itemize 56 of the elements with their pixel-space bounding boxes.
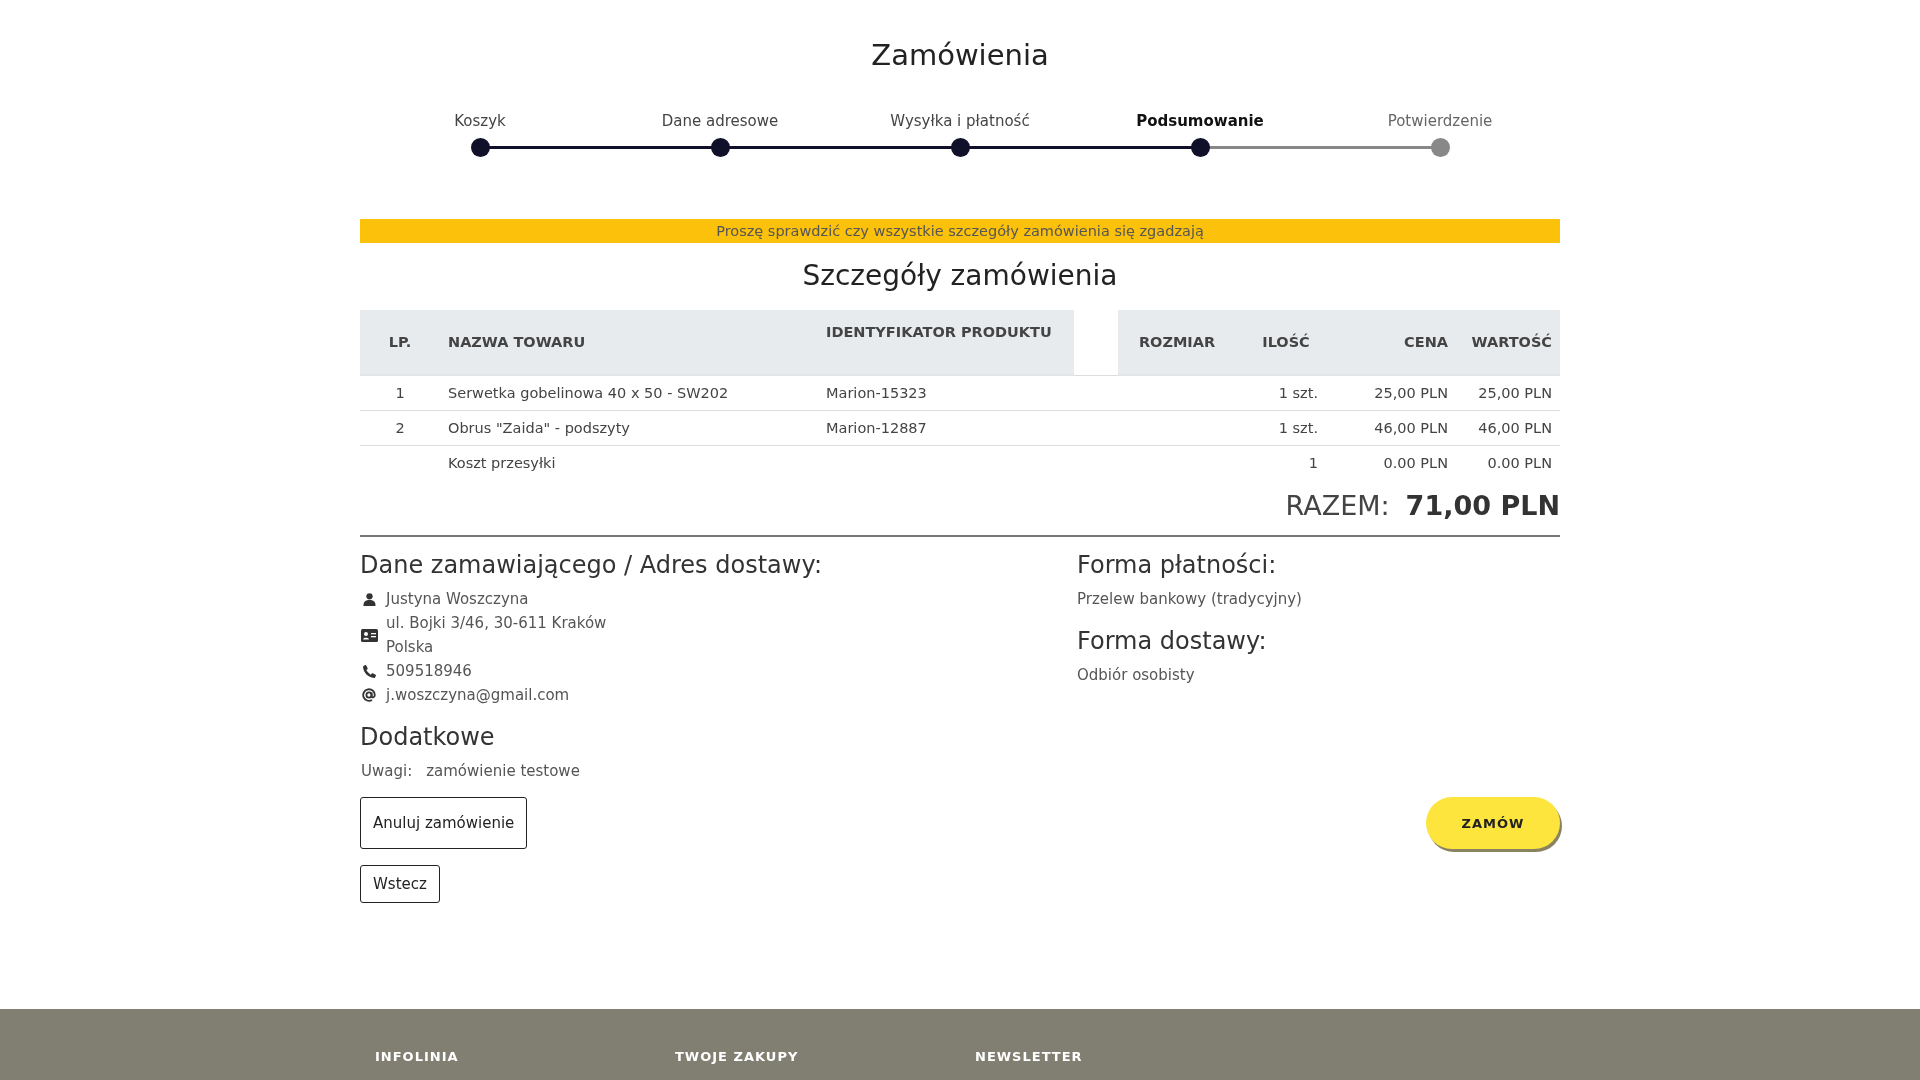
footer-heading: INFOLINIA bbox=[375, 1049, 460, 1064]
footer-heading: NEWSLETTER bbox=[975, 1049, 1084, 1064]
step-label[interactable]: Dane adresowe bbox=[661, 112, 779, 132]
table-cell: Marion-15323 bbox=[826, 385, 927, 401]
id-card-icon bbox=[360, 628, 378, 642]
section-title: Szczegóły zamówienia bbox=[802, 259, 1118, 292]
contact-text: j.woszczyna@gmail.com bbox=[386, 685, 570, 706]
table-cell: Obrus "Zaida" - podszyty bbox=[448, 420, 630, 436]
total-label: RAZEM: bbox=[1285, 490, 1390, 521]
table-cell: 46,00 PLN bbox=[1478, 420, 1552, 436]
step-label[interactable]: Koszyk bbox=[454, 112, 506, 132]
back-button[interactable]: Wstecz bbox=[360, 865, 440, 903]
table-cell: 1 szt. bbox=[1278, 385, 1318, 401]
contact-text: Justyna Woszczyna bbox=[386, 589, 529, 610]
contact-text: Polska bbox=[386, 637, 435, 658]
table-cell: 25,00 PLN bbox=[1478, 385, 1552, 401]
table-cell: 0.00 PLN bbox=[1487, 455, 1552, 471]
table-cell: 46,00 PLN bbox=[1374, 420, 1448, 436]
column-header: IDENTYFIKATOR PRODUKTU bbox=[818, 310, 1074, 375]
contact-text: 509518946 bbox=[386, 661, 472, 682]
table-cell: Koszt przesyłki bbox=[448, 455, 556, 471]
order-button[interactable]: ZAMÓW bbox=[1426, 797, 1560, 849]
notice-banner: Proszę sprawdzić czy wszystkie szczegóły zamówienia się zgadzają bbox=[360, 219, 1560, 243]
delivery-method: Odbiór osobisty bbox=[1077, 665, 1195, 686]
step-label[interactable]: Wysyłka i płatność bbox=[890, 112, 1030, 132]
table-cell: 1 bbox=[395, 385, 405, 401]
phone-icon bbox=[362, 664, 376, 678]
page-title: Zamówienia bbox=[871, 38, 1049, 72]
section-title: Forma płatności: bbox=[1077, 551, 1277, 579]
table-cell: 1 bbox=[1308, 455, 1318, 471]
table-cell: Marion-12887 bbox=[826, 420, 927, 436]
cancel-order-button[interactable]: Anuluj zamówienie bbox=[360, 797, 528, 849]
table-cell: 0.00 PLN bbox=[1383, 455, 1448, 471]
column-header: NAZWA TOWARU bbox=[440, 310, 818, 375]
payment-method: Przelew bankowy (tradycyjny) bbox=[1077, 589, 1302, 610]
at-sign-icon bbox=[362, 688, 376, 702]
section-title: Forma dostawy: bbox=[1077, 627, 1267, 655]
column-header: ILOŚĆ bbox=[1236, 310, 1336, 375]
note-label: Uwagi: bbox=[361, 761, 413, 782]
section-title: Dodatkowe bbox=[360, 723, 495, 751]
note-text: zamówienie testowe bbox=[426, 761, 580, 782]
column-header: CENA bbox=[1336, 310, 1456, 375]
column-header: ROZMIAR bbox=[1118, 310, 1236, 375]
table-cell: 1 szt. bbox=[1278, 420, 1318, 436]
table-cell: 2 bbox=[395, 420, 405, 436]
table-cell: 25,00 PLN bbox=[1374, 385, 1448, 401]
column-header: WARTOŚĆ bbox=[1456, 310, 1560, 375]
step-label[interactable]: Podsumowanie bbox=[1136, 112, 1264, 132]
table-cell: Serwetka gobelinowa 40 x 50 - SW202 bbox=[448, 385, 729, 401]
step-label[interactable]: Potwierdzenie bbox=[1387, 112, 1493, 132]
column-header: LP. bbox=[360, 310, 440, 375]
contact-text: ul. Bojki 3/46, 30-611 Kraków bbox=[386, 613, 607, 634]
section-title: Dane zamawiającego / Adres dostawy: bbox=[360, 551, 822, 579]
person-icon bbox=[362, 592, 376, 606]
total-value: 71,00 PLN bbox=[1405, 490, 1560, 521]
footer-heading: TWOJE ZAKUPY bbox=[675, 1049, 800, 1064]
